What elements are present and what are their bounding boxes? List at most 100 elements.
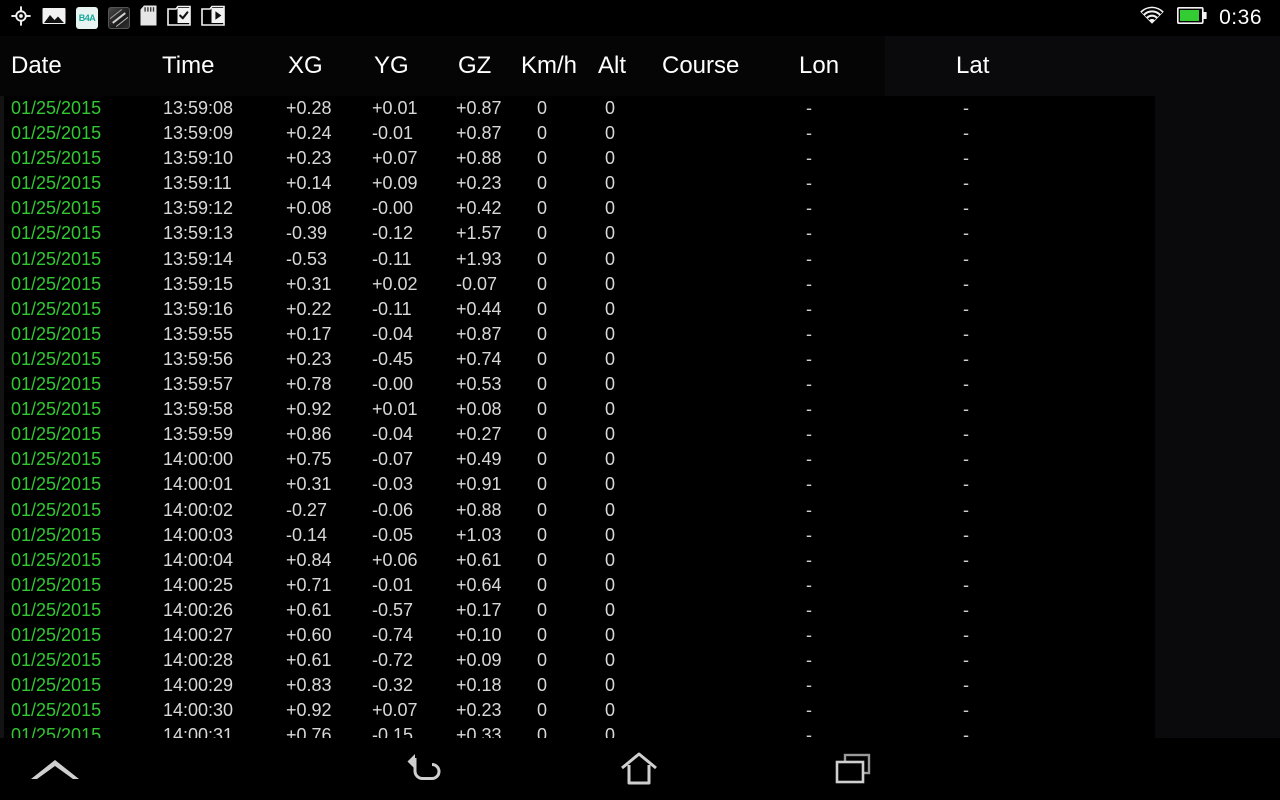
table-header-lon[interactable]: Lon <box>799 36 839 96</box>
table-cell-gz: +0.74 <box>456 348 502 369</box>
table-cell-kmh: 0 <box>537 223 548 244</box>
table-cell-kmh: 0 <box>537 449 548 470</box>
table-cell-date: 01/25/2015 <box>11 298 102 319</box>
table-cell-date: 01/25/2015 <box>11 123 102 144</box>
table-row[interactable]: 01/25/2015 13:59:58 +0.92 +0.01 +0.08 0 0 - - <box>0 397 1280 422</box>
battery-icon <box>1177 6 1207 29</box>
table-cell-date: 01/25/2015 <box>11 198 102 219</box>
table-cell-kmh: 0 <box>537 273 548 294</box>
recents-button[interactable] <box>824 738 886 800</box>
table-cell-date: 01/25/2015 <box>11 424 102 445</box>
table-header-alt[interactable]: Alt <box>598 36 626 96</box>
table-cell-xg: -0.39 <box>286 223 328 244</box>
table-row[interactable]: 01/25/2015 14:00:27 +0.60 -0.74 +0.10 0 0 - - <box>0 623 1280 648</box>
table-cell-date: 01/25/2015 <box>11 374 102 395</box>
table-header-time[interactable]: Time <box>162 36 214 96</box>
table-row[interactable]: 01/25/2015 14:00:31 +0.76 -0.15 +0.33 0 0 - - <box>0 723 1280 738</box>
back-button[interactable] <box>392 738 454 800</box>
table-cell-alt: 0 <box>605 650 616 671</box>
table-cell-alt: 0 <box>605 273 616 294</box>
table-header-lat[interactable]: Lat <box>956 36 989 96</box>
table-cell-kmh: 0 <box>537 248 548 269</box>
table-cell-alt: 0 <box>605 700 616 721</box>
table-cell-yg: +0.02 <box>372 273 418 294</box>
table-header-xg[interactable]: XG <box>288 36 323 96</box>
table-cell-lat: - <box>963 574 969 595</box>
table-row[interactable]: 01/25/2015 14:00:03 -0.14 -0.05 +1.03 0 0 - - <box>0 523 1280 548</box>
table-cell-lat: - <box>963 348 969 369</box>
table-cell-yg: -0.05 <box>372 524 414 545</box>
table-header-yg[interactable]: YG <box>374 36 409 96</box>
table-row[interactable]: 01/25/2015 14:00:26 +0.61 -0.57 +0.17 0 0 - - <box>0 598 1280 623</box>
table-row[interactable]: 01/25/2015 13:59:14 -0.53 -0.11 +1.93 0 0 - - <box>0 247 1280 272</box>
table-row[interactable]: 01/25/2015 14:00:01 +0.31 -0.03 +0.91 0 0 - - <box>0 472 1280 497</box>
table-cell-time: 13:59:15 <box>163 273 234 294</box>
table-cell-lat: - <box>963 650 969 671</box>
table-row[interactable]: 01/25/2015 14:00:04 +0.84 +0.06 +0.61 0 0 - - <box>0 548 1280 573</box>
table-cell-xg: +0.71 <box>286 574 332 595</box>
table-cell-kmh: 0 <box>537 374 548 395</box>
table-row[interactable]: 01/25/2015 13:59:10 +0.23 +0.07 +0.88 0 0 - - <box>0 146 1280 171</box>
table-cell-kmh: 0 <box>537 148 548 169</box>
table-cell-gz: +0.17 <box>456 599 502 620</box>
table-cell-yg: -0.01 <box>372 574 414 595</box>
table-cell-kmh: 0 <box>537 399 548 420</box>
table-cell-time: 13:59:56 <box>163 348 234 369</box>
table-cell-date: 01/25/2015 <box>11 449 102 470</box>
table-cell-lat: - <box>963 524 969 545</box>
table-cell-xg: -0.14 <box>286 524 328 545</box>
table-cell-yg: -0.04 <box>372 323 414 344</box>
table-row[interactable]: 01/25/2015 14:00:02 -0.27 -0.06 +0.88 0 0 - - <box>0 498 1280 523</box>
table-header-gz[interactable]: GZ <box>458 36 491 96</box>
table-row[interactable]: 01/25/2015 14:00:30 +0.92 +0.07 +0.23 0 0 - - <box>0 698 1280 723</box>
table-cell-time: 14:00:25 <box>163 574 234 595</box>
table-cell-lat: - <box>963 198 969 219</box>
table-cell-alt: 0 <box>605 424 616 445</box>
table-row[interactable]: 01/25/2015 13:59:08 +0.28 +0.01 +0.87 0 0 - - <box>0 96 1280 121</box>
table-cell-yg: +0.09 <box>372 173 418 194</box>
table-cell-gz: +0.88 <box>456 499 502 520</box>
table-row[interactable]: 01/25/2015 13:59:09 +0.24 -0.01 +0.87 0 0 - - <box>0 121 1280 146</box>
table-header-date[interactable]: Date <box>11 36 62 96</box>
table-cell-time: 13:59:13 <box>163 223 234 244</box>
table-row[interactable]: 01/25/2015 13:59:55 +0.17 -0.04 +0.87 0 0 - - <box>0 322 1280 347</box>
table-row[interactable]: 01/25/2015 14:00:29 +0.83 -0.32 +0.18 0 0 - - <box>0 673 1280 698</box>
sensor-log-table[interactable]: Date Time XG YG GZ Km/h Alt Course Lon Lat 01/25/… <box>0 36 1280 738</box>
table-row[interactable]: 01/25/2015 13:59:16 +0.22 -0.11 +0.44 0 0 - - <box>0 297 1280 322</box>
table-cell-lon: - <box>806 148 812 169</box>
table-row[interactable]: 01/25/2015 13:59:11 +0.14 +0.09 +0.23 0 0 - - <box>0 171 1280 196</box>
table-rows[interactable]: 01/25/2015 13:59:08 +0.28 +0.01 +0.87 0 0- -01/… <box>0 96 1280 738</box>
table-cell-alt: 0 <box>605 725 616 738</box>
table-header-course[interactable]: Course <box>662 36 739 96</box>
home-button[interactable] <box>608 738 670 800</box>
table-cell-lon: - <box>806 524 812 545</box>
table-cell-date: 01/25/2015 <box>11 323 102 344</box>
table-row[interactable]: 01/25/2015 13:59:57 +0.78 -0.00 +0.53 0 0 - - <box>0 372 1280 397</box>
table-header-kmh[interactable]: Km/h <box>521 36 577 96</box>
table-row[interactable]: 01/25/2015 14:00:28 +0.61 -0.72 +0.09 0 0 - - <box>0 648 1280 673</box>
table-cell-lon: - <box>806 650 812 671</box>
table-cell-gz: -0.07 <box>456 273 498 294</box>
table-cell-lat: - <box>963 499 969 520</box>
table-row[interactable]: 01/25/2015 13:59:13 -0.39 -0.12 +1.57 0 0 - - <box>0 221 1280 246</box>
table-cell-date: 01/25/2015 <box>11 148 102 169</box>
sd-card-icon <box>140 5 157 31</box>
table-cell-date: 01/25/2015 <box>11 399 102 420</box>
table-row[interactable]: 01/25/2015 13:59:56 +0.23 -0.45 +0.74 0 0 - - <box>0 347 1280 372</box>
table-cell-xg: +0.24 <box>286 123 332 144</box>
table-row[interactable]: 01/25/2015 13:59:15 +0.31 +0.02 -0.07 0 0 - - <box>0 272 1280 297</box>
table-cell-yg: -0.00 <box>372 198 414 219</box>
table-row[interactable]: 01/25/2015 13:59:12 +0.08 -0.00 +0.42 0 0 - - <box>0 196 1280 221</box>
table-cell-yg: +0.01 <box>372 399 418 420</box>
table-row[interactable]: 01/25/2015 14:00:00 +0.75 -0.07 +0.49 0 0 - - <box>0 447 1280 472</box>
menu-expand-button[interactable] <box>20 738 90 800</box>
table-row[interactable]: 01/25/2015 13:59:59 +0.86 -0.04 +0.27 0 0 - - <box>0 422 1280 447</box>
table-row[interactable]: 01/25/2015 14:00:25 +0.71 -0.01 +0.64 0 0 - - <box>0 573 1280 598</box>
table-cell-lon: - <box>806 323 812 344</box>
table-cell-date: 01/25/2015 <box>11 549 102 570</box>
table-cell-xg: +0.22 <box>286 298 332 319</box>
table-cell-gz: +0.87 <box>456 123 502 144</box>
table-cell-xg: +0.78 <box>286 374 332 395</box>
table-cell-yg: +0.06 <box>372 549 418 570</box>
table-cell-time: 13:59:59 <box>163 424 234 445</box>
